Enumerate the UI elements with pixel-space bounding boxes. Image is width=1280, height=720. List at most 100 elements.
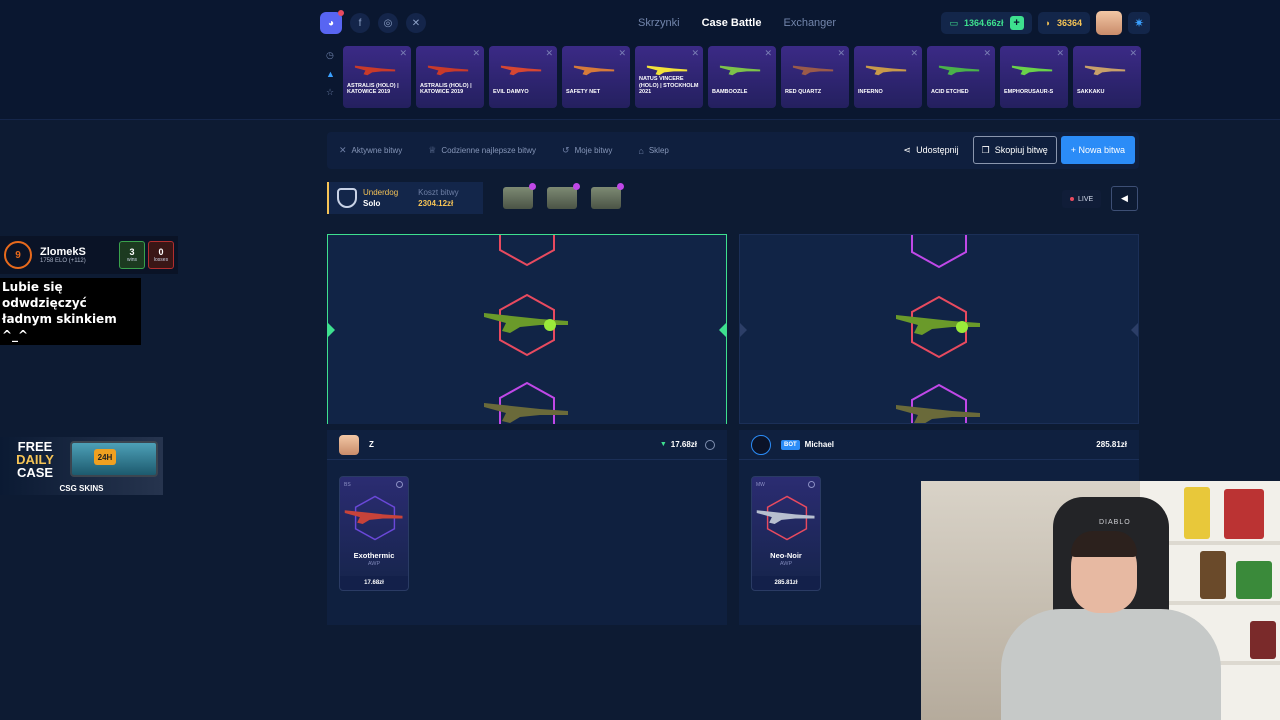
drop-name: RED QUARTZ xyxy=(785,89,822,96)
close-icon[interactable]: ✕ xyxy=(764,48,772,59)
chair-brand: DIABLO xyxy=(1099,519,1131,526)
new-battle-button[interactable]: + Nowa bitwa xyxy=(1060,136,1135,164)
sound-toggle-button[interactable]: ◀ xyxy=(1111,186,1138,211)
drop-card[interactable]: ✕ ACID ETCHED xyxy=(927,46,995,108)
favorite-icon[interactable] xyxy=(396,481,403,488)
tab-active-battles[interactable]: ✕ Aktywne bitwy xyxy=(339,145,402,156)
awp-rifle-icon xyxy=(484,313,568,333)
coins-value: 36364 xyxy=(1056,18,1082,28)
drop-card[interactable]: ✕ EMPHORUSAUR-S xyxy=(1000,46,1068,108)
instagram-icon[interactable]: ◎ xyxy=(378,13,398,33)
drop-card[interactable]: ✕ NATUS VINCERE (HOLO) | STOCKHOLM 2021 xyxy=(635,46,703,108)
close-icon[interactable]: ✕ xyxy=(1056,48,1064,59)
case-icon[interactable] xyxy=(547,183,580,209)
losses-count: 0 xyxy=(158,247,164,257)
close-icon[interactable]: ✕ xyxy=(910,48,918,59)
free-daily-case-ad[interactable]: FREE DAILY CASE 24H CSG SKINS xyxy=(0,437,163,495)
mode-type: Solo xyxy=(363,199,381,208)
case-icon[interactable] xyxy=(503,183,536,209)
player-avatar[interactable] xyxy=(339,434,359,455)
emote-icon[interactable] xyxy=(705,439,715,450)
clock-icon[interactable]: ◷ xyxy=(326,50,335,61)
drop-card[interactable]: ✕ EVIL DAIMYO xyxy=(489,46,557,108)
drop-card[interactable]: ✕ ASTRALIS (HOLO) | KATOWICE 2019 xyxy=(343,46,411,108)
drop-name: EVIL DAIMYO xyxy=(493,89,529,96)
player-value-text: 285.81zł xyxy=(1096,440,1127,449)
balance-pill[interactable]: ▭ 1364.66zł + xyxy=(941,12,1032,34)
history-icon: ↺ xyxy=(562,145,570,155)
awp-rifle-icon xyxy=(344,510,403,524)
thumb-icon[interactable]: ▲ xyxy=(326,69,335,79)
user-avatar[interactable] xyxy=(1096,11,1122,35)
stream-chat-message: Lubie się odwdzięczyć ładnym skinkiem ^_… xyxy=(0,278,141,345)
close-icon[interactable]: ✕ xyxy=(1129,48,1137,59)
drop-card[interactable]: ✕ SAFETY NET xyxy=(562,46,630,108)
deposit-plus-icon[interactable]: + xyxy=(1009,16,1024,30)
x-icon[interactable]: ✕ xyxy=(406,13,426,33)
drop-card[interactable]: ✕ INFERNO xyxy=(854,46,922,108)
live-dot-icon xyxy=(1070,197,1074,201)
shelf-box xyxy=(1200,551,1226,599)
losses-box: 0 losses xyxy=(148,241,174,269)
close-icon[interactable]: ✕ xyxy=(837,48,845,59)
bot-badge: BOT xyxy=(781,439,800,450)
drop-card[interactable]: ✕ BAMBOOZLE xyxy=(708,46,776,108)
copy-battle-button[interactable]: ❐ Skopiuj bitwę xyxy=(972,136,1057,164)
won-item-card[interactable]: MW Neo-Noir AWP 285.81zł xyxy=(751,476,821,591)
drop-card[interactable]: ✕ ASTRALIS (HOLO) | KATOWICE 2019 xyxy=(416,46,484,108)
close-icon[interactable]: ✕ xyxy=(545,48,553,59)
menu-cases[interactable]: Skrzynki xyxy=(638,17,680,29)
close-icon[interactable]: ✕ xyxy=(983,48,991,59)
main-nav: ◕ f ◎ ✕ Skrzynki Case Battle Exchanger ▭… xyxy=(320,8,1150,38)
star-icon[interactable]: ☆ xyxy=(326,87,335,98)
tab-my-battles[interactable]: ↺ Moje bitwy xyxy=(562,145,612,156)
close-icon[interactable]: ✕ xyxy=(399,48,407,59)
ad-line: CASE xyxy=(16,465,54,480)
player-value-text: 17.68zł xyxy=(670,440,697,449)
battle-info: Underdog Solo Koszt bitwy 2304.12zł xyxy=(327,182,624,214)
spinner-pointer-right-icon xyxy=(1131,323,1138,337)
ad-title: FREE DAILY CASE xyxy=(6,440,64,479)
drop-name: EMPHORUSAUR-S xyxy=(1004,89,1054,96)
shelf-box xyxy=(1224,489,1264,539)
close-icon[interactable]: ✕ xyxy=(472,48,480,59)
tab-daily-best[interactable]: ♕ Codzienne najlepsze bitwy xyxy=(428,145,536,156)
weapon-icon xyxy=(427,65,469,76)
close-icon[interactable]: ✕ xyxy=(618,48,626,59)
drop-name: INFERNO xyxy=(858,89,883,96)
favorite-icon[interactable] xyxy=(808,481,815,488)
item-price: 17.68zł xyxy=(340,576,408,590)
menu-case-battle[interactable]: Case Battle xyxy=(702,17,762,29)
share-button[interactable]: ⋖ Udostępnij xyxy=(894,136,969,164)
won-item-card[interactable]: BS Exothermic AWP 17.68zł xyxy=(339,476,409,591)
drop-name: ASTRALIS (HOLO) | KATOWICE 2019 xyxy=(420,82,472,96)
tab-shop[interactable]: ⌂ Sklep xyxy=(638,146,668,156)
tab-label: Moje bitwy xyxy=(574,146,613,155)
shelf-book xyxy=(1250,621,1276,659)
bot-avatar xyxy=(751,434,771,455)
player-bar-right: BOT Michael 285.81zł xyxy=(739,430,1139,460)
weapon-icon xyxy=(938,65,980,76)
weapon-icon xyxy=(792,65,834,76)
close-icon[interactable]: ✕ xyxy=(691,48,699,59)
discord-icon[interactable]: ◕ xyxy=(320,10,344,34)
underdog-arrow-icon: ▼ xyxy=(659,441,667,448)
stream-player-elo: 1758 ELO (+112) xyxy=(40,258,86,264)
player-name: Michael xyxy=(804,440,835,449)
wins-count: 3 xyxy=(129,247,135,257)
item-type: AWP xyxy=(367,561,381,567)
spinner-pointer-left-icon xyxy=(740,323,747,337)
drop-name: BAMBOOZLE xyxy=(712,89,748,96)
tab-label: Sklep xyxy=(648,146,669,155)
coins-pill[interactable]: ◗ 36364 xyxy=(1037,12,1090,34)
case-icon[interactable] xyxy=(591,183,624,209)
battle-cost: Koszt bitwy 2304.12zł xyxy=(418,187,458,209)
menu-exchanger[interactable]: Exchanger xyxy=(783,17,836,29)
drop-card[interactable]: ✕ SAKKAKU xyxy=(1073,46,1141,108)
facebook-icon[interactable]: f xyxy=(350,13,370,33)
drop-card[interactable]: ✕ RED QUARTZ xyxy=(781,46,849,108)
weapon-icon xyxy=(1011,65,1053,76)
awp-rifle-icon xyxy=(484,403,568,423)
drop-name: SAFETY NET xyxy=(566,89,601,96)
gear-icon[interactable]: ✷ xyxy=(1128,12,1150,34)
